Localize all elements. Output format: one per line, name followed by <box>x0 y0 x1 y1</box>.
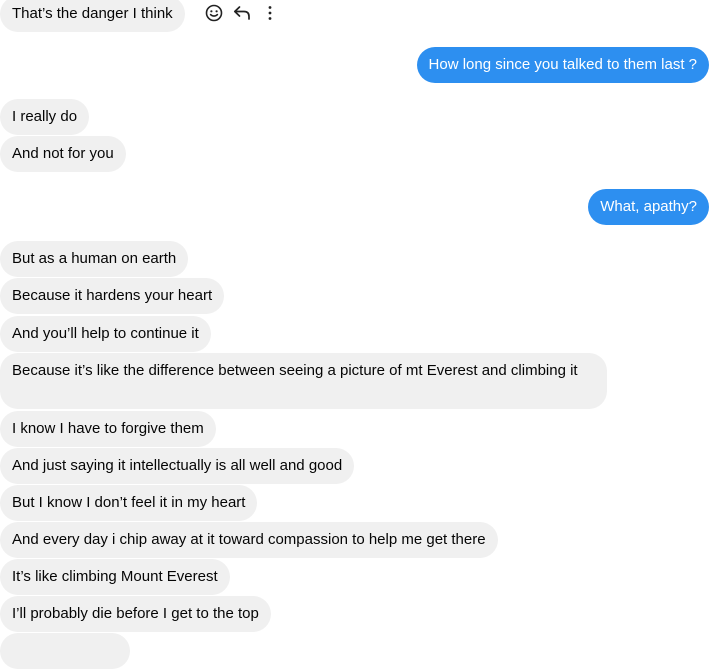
message-received[interactable]: That’s the danger I think <box>0 0 185 32</box>
message-received[interactable]: I’ll probably die before I get to the to… <box>0 596 271 632</box>
message-received[interactable]: And not for you <box>0 136 126 172</box>
message-received[interactable]: And every day i chip away at it toward c… <box>0 522 498 558</box>
reply-icon[interactable] <box>232 3 252 23</box>
more-icon[interactable] <box>260 3 280 23</box>
message-sent[interactable]: How long since you talked to them last ? <box>416 47 709 83</box>
message-received-partial <box>0 633 130 669</box>
message-actions <box>204 2 280 24</box>
message-received[interactable]: It’s like climbing Mount Everest <box>0 559 230 595</box>
message-received[interactable]: But as a human on earth <box>0 241 189 277</box>
message-received[interactable]: Because it hardens your heart <box>0 278 225 314</box>
message-received[interactable]: But I know I don’t feel it in my heart <box>0 485 258 521</box>
message-received[interactable]: I really do <box>0 99 90 135</box>
message-received[interactable]: I know I have to forgive them <box>0 411 216 447</box>
message-received[interactable]: And you’ll help to continue it <box>0 316 211 352</box>
message-received[interactable]: Because it’s like the difference between… <box>0 353 607 409</box>
message-received[interactable]: And just saying it intellectually is all… <box>0 448 355 484</box>
emoji-icon[interactable] <box>204 3 224 23</box>
message-sent[interactable]: What, apathy? <box>588 189 709 225</box>
